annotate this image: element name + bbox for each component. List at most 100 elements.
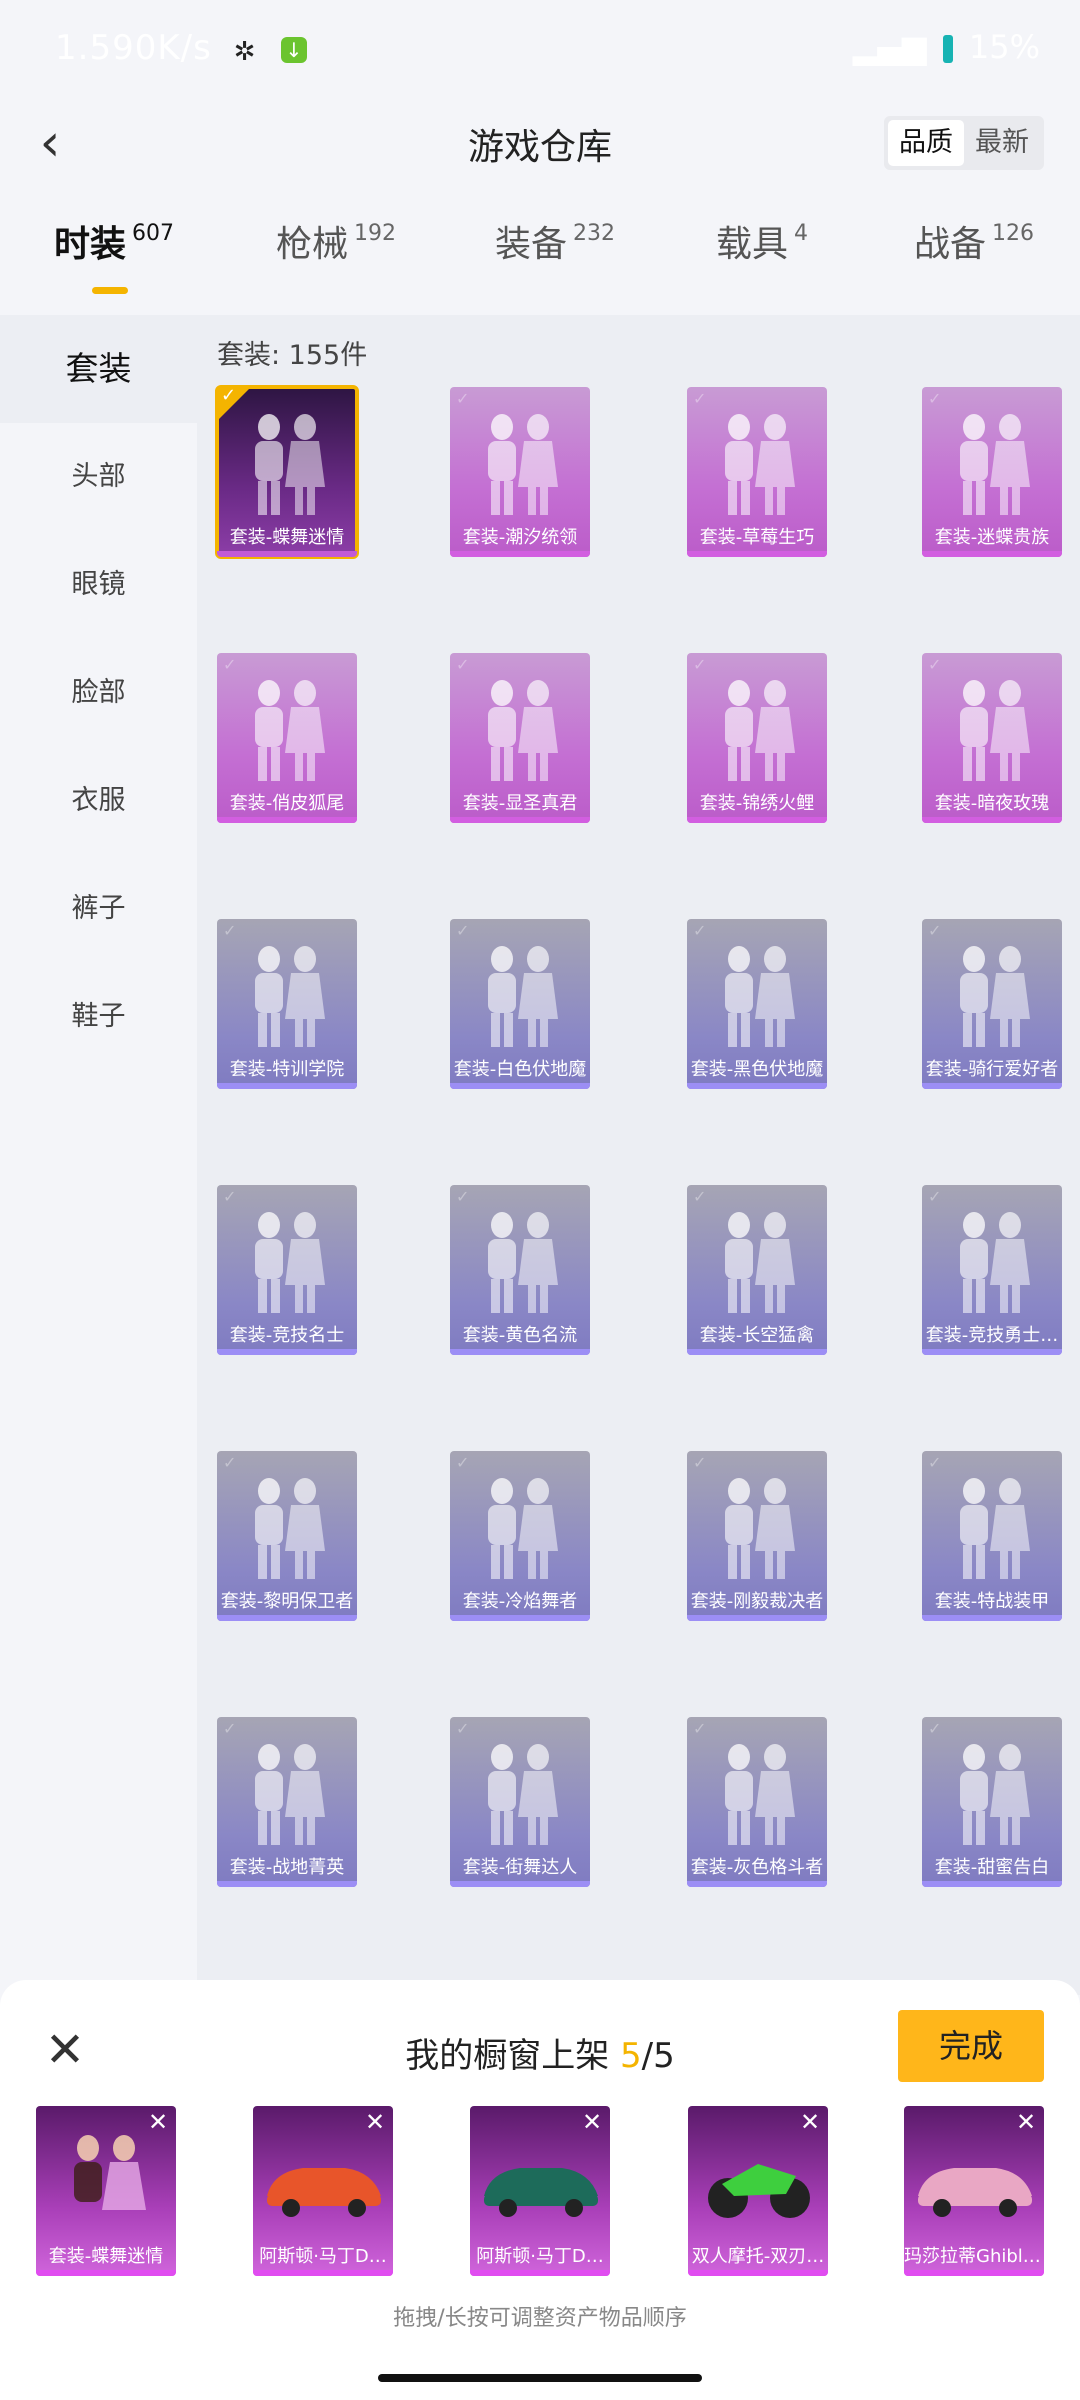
network-speed: 1.590K/s ✲ ↓ <box>55 28 308 68</box>
checkmark-icon: ✓ <box>221 387 237 406</box>
signal-icon: ▂▄▆ <box>852 28 927 66</box>
home-indicator[interactable] <box>378 2374 702 2382</box>
outfit-card[interactable]: ✓ 套装-战地菁英 <box>217 1717 357 1887</box>
outfit-card[interactable]: ✓ 套装-特战装甲 <box>922 1451 1062 1621</box>
outfit-name: 套装-黑色伏地魔 <box>690 1059 824 1080</box>
outfit-card[interactable]: ✓ 套装-甜蜜告白 <box>922 1717 1062 1887</box>
showcase-item[interactable]: ✕ 玛莎拉蒂Ghibli… <box>904 2106 1044 2276</box>
sidebar-item-glasses[interactable]: 眼镜 <box>0 531 197 639</box>
done-button[interactable]: 完成 <box>898 2010 1044 2082</box>
sort-switch: 品质 最新 <box>884 116 1044 170</box>
unselected-check-icon: ✓ <box>928 1453 942 1472</box>
unselected-check-icon: ✓ <box>223 1453 237 1472</box>
rarity-bar <box>450 817 590 823</box>
outfit-card[interactable]: ✓ 套装-黎明保卫者 <box>217 1451 357 1621</box>
rarity-bar <box>470 2270 610 2276</box>
outfit-name: 套装-灰色格斗者 <box>690 1857 824 1878</box>
outfit-card[interactable]: ✓ 套装-刚毅裁决者 <box>687 1451 827 1621</box>
sidebar-item-shoes[interactable]: 鞋子 <box>0 963 197 1071</box>
outfit-name: 套装-竞技名士 <box>229 1325 345 1346</box>
showcase-item-name: 玛莎拉蒂Ghibli… <box>904 2246 1044 2267</box>
outfit-card[interactable]: ✓ 套装-骑行爱好者 <box>922 919 1062 1089</box>
sidebar-item-outfit[interactable]: 套装 <box>0 315 197 423</box>
outfit-card[interactable]: ✓ 套装-白色伏地魔 <box>450 919 590 1089</box>
sidebar-item-clothes[interactable]: 衣服 <box>0 747 197 855</box>
rarity-bar <box>450 1083 590 1089</box>
rarity-bar <box>36 2270 176 2276</box>
sidebar-item-face[interactable]: 脸部 <box>0 639 197 747</box>
outfit-card[interactable]: ✓ 套装-街舞达人 <box>450 1717 590 1887</box>
outfit-card[interactable]: ✓ 套装-长空猛禽 <box>687 1185 827 1355</box>
remove-icon[interactable]: ✕ <box>146 2110 170 2134</box>
outfit-card[interactable]: ✓ 套装-竞技名士 <box>217 1185 357 1355</box>
outfit-card[interactable]: ✓ 套装-暗夜玫瑰 <box>922 653 1062 823</box>
outfit-name: 套装-白色伏地魔 <box>453 1059 587 1080</box>
remove-icon[interactable]: ✕ <box>363 2110 387 2134</box>
remove-icon[interactable]: ✕ <box>1014 2110 1038 2134</box>
showcase-panel: ✕ 我的橱窗上架 5/5 完成 ✕ 套装-蝶舞迷情 ✕ 阿斯顿·马丁D… ✕ 阿斯顿·马丁… <box>0 1980 1080 2400</box>
outfit-name: 套装-冷焰舞者 <box>462 1591 578 1612</box>
reorder-hint: 拖拽/长按可调整资产物品顺序 <box>393 2306 687 2331</box>
rarity-bar <box>922 551 1062 557</box>
rarity-bar <box>450 1349 590 1355</box>
showcase-item[interactable]: ✕ 套装-蝶舞迷情 <box>36 2106 176 2276</box>
outfit-name: 套装-骑行爱好者 <box>925 1059 1059 1080</box>
outfit-name: 套装-刚毅裁决者 <box>690 1591 824 1612</box>
outfit-name: 套装-甜蜜告白 <box>934 1857 1050 1878</box>
outfit-card[interactable]: ✓ 套装-蝶舞迷情 <box>215 385 359 559</box>
tab-gear[interactable]: 战备 126 <box>914 215 1034 305</box>
rarity-bar <box>687 1881 827 1887</box>
showcase-item-name: 阿斯顿·马丁D… <box>259 2246 387 2267</box>
outfit-card[interactable]: ✓ 套装-黄色名流 <box>450 1185 590 1355</box>
unselected-check-icon: ✓ <box>693 655 707 674</box>
outfit-card[interactable]: ✓ 套装-显圣真君 <box>450 653 590 823</box>
remove-icon[interactable]: ✕ <box>580 2110 604 2134</box>
showcase-item-name: 双人摩托-双刃… <box>691 2246 825 2267</box>
status-bar: 1.590K/s ✲ ↓ ▂▄▆ 15% <box>0 0 1080 100</box>
rarity-bar <box>687 1615 827 1621</box>
outfit-name: 套装-黄色名流 <box>462 1325 578 1346</box>
outfit-card[interactable]: ✓ 套装-竞技勇士… <box>922 1185 1062 1355</box>
rarity-bar <box>253 2270 393 2276</box>
outfit-card[interactable]: ✓ 套装-冷焰舞者 <box>450 1451 590 1621</box>
unselected-check-icon: ✓ <box>456 921 470 940</box>
showcase-item-name: 套装-蝶舞迷情 <box>48 2246 164 2267</box>
unselected-check-icon: ✓ <box>928 389 942 408</box>
tab-equipment[interactable]: 装备 232 <box>495 215 615 305</box>
outfit-name: 套装-锦绣火鲤 <box>699 793 815 814</box>
bug-icon: ✲ <box>233 36 257 67</box>
showcase-item-name: 阿斯顿·马丁D… <box>476 2246 604 2267</box>
unselected-check-icon: ✓ <box>693 1453 707 1472</box>
unselected-check-icon: ✓ <box>693 1719 707 1738</box>
unselected-check-icon: ✓ <box>928 655 942 674</box>
outfit-card[interactable]: ✓ 套装-黑色伏地魔 <box>687 919 827 1089</box>
sort-quality-button[interactable]: 品质 <box>888 120 964 166</box>
outfit-name: 套装-特训学院 <box>229 1059 345 1080</box>
tab-guns[interactable]: 枪械 192 <box>276 215 396 305</box>
outfit-card[interactable]: ✓ 套装-潮汐统领 <box>450 387 590 557</box>
rarity-bar <box>904 2270 1044 2276</box>
showcase-item[interactable]: ✕ 阿斯顿·马丁D… <box>253 2106 393 2276</box>
outfit-card[interactable]: ✓ 套装-俏皮狐尾 <box>217 653 357 823</box>
sort-latest-button[interactable]: 最新 <box>964 120 1040 166</box>
rarity-bar <box>687 551 827 557</box>
showcase-item[interactable]: ✕ 阿斯顿·马丁D… <box>470 2106 610 2276</box>
outfit-name: 套装-街舞达人 <box>462 1857 578 1878</box>
sidebar-item-pants[interactable]: 裤子 <box>0 855 197 963</box>
remove-icon[interactable]: ✕ <box>798 2110 822 2134</box>
outfit-card[interactable]: ✓ 套装-特训学院 <box>217 919 357 1089</box>
outfit-card[interactable]: ✓ 套装-草莓生巧 <box>687 387 827 557</box>
nav-bar: ‹ 游戏仓库 品质 最新 <box>0 100 1080 190</box>
showcase-item[interactable]: ✕ 双人摩托-双刃… <box>688 2106 828 2276</box>
sidebar-item-head[interactable]: 头部 <box>0 423 197 531</box>
outfit-card[interactable]: ✓ 套装-迷蝶贵族 <box>922 387 1062 557</box>
outfit-card[interactable]: ✓ 套装-锦绣火鲤 <box>687 653 827 823</box>
tab-fashion[interactable]: 时装 607 <box>54 215 174 305</box>
battery-icon <box>942 35 953 63</box>
rarity-bar <box>217 1615 357 1621</box>
sidebar: 套装 头部 眼镜 脸部 衣服 裤子 鞋子 <box>0 315 197 1995</box>
rarity-bar <box>450 1881 590 1887</box>
unselected-check-icon: ✓ <box>456 1719 470 1738</box>
outfit-card[interactable]: ✓ 套装-灰色格斗者 <box>687 1717 827 1887</box>
tab-vehicles[interactable]: 载具 4 <box>716 215 808 305</box>
